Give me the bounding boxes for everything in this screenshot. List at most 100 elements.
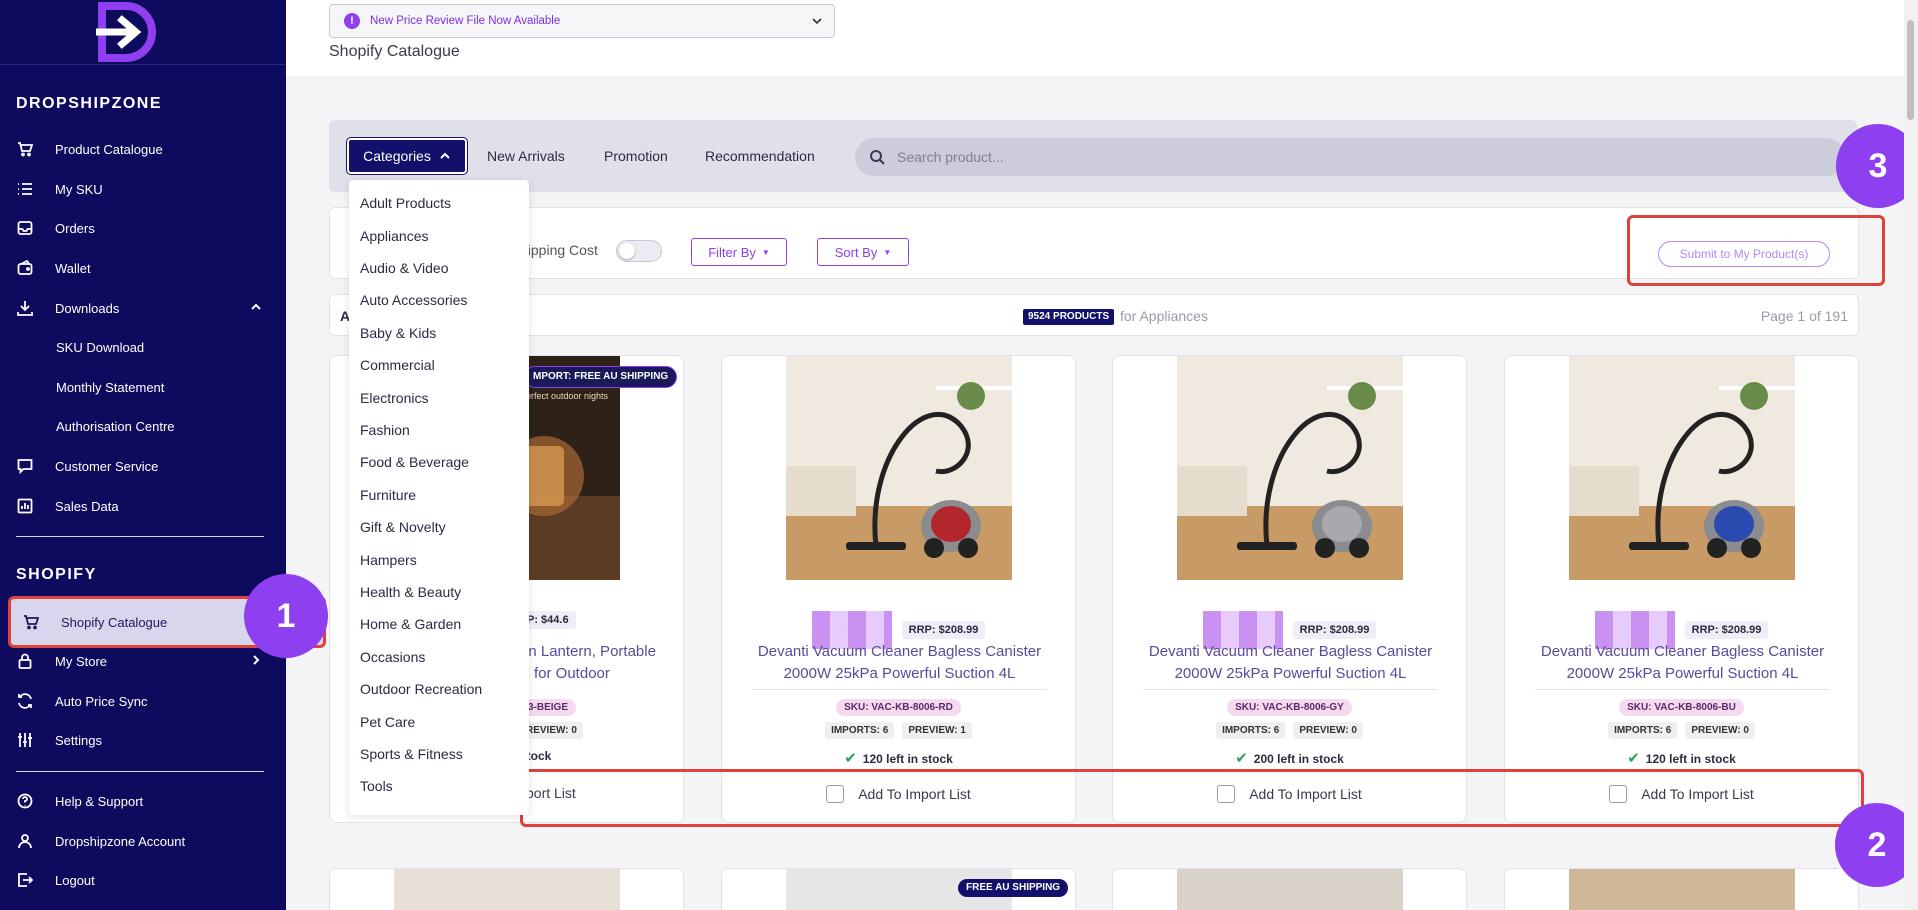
sidebar-item-my-store[interactable]: My Store [16, 645, 270, 677]
stats-row: IMPORTS: 6 PREVIEW: 0 [1505, 722, 1858, 739]
stats-row: IMPORTS: 6 PREVIEW: 0 [1113, 722, 1466, 739]
stock-text: 120 left in stock [862, 752, 953, 766]
sidebar-item-wallet[interactable]: Wallet [16, 252, 270, 284]
category-item[interactable]: Gift & Novelty [360, 519, 446, 535]
category-item[interactable]: Food & Beverage [360, 454, 469, 470]
category-item[interactable]: Audio & Video [360, 260, 448, 276]
sort-by-button[interactable]: Sort By ▼ [817, 238, 909, 266]
product-name[interactable]: Devanti Vacuum Cleaner Bagless Canister … [742, 641, 1057, 685]
sidebar-item-downloads[interactable]: Downloads [16, 292, 270, 324]
sidebar-item-label: Customer Service [55, 458, 159, 474]
sidebar-item-logout[interactable]: Logout [16, 864, 270, 896]
product-image[interactable] [1177, 356, 1403, 580]
product-image[interactable] [786, 356, 1012, 580]
category-item[interactable]: Fashion [360, 422, 410, 438]
product-image[interactable] [1569, 356, 1795, 580]
product-name[interactable]: Devanti Vacuum Cleaner Bagless Canister … [1133, 641, 1448, 685]
section-title-dropshipzone: DROPSHIPZONE [16, 95, 163, 112]
product-name[interactable]: an Lantern, Portable for Outdoor [520, 641, 680, 685]
sidebar-item-label: Authorisation Centre [56, 418, 175, 434]
product-name[interactable]: Devanti Vacuum Cleaner Bagless Canister … [1525, 641, 1840, 685]
sidebar-item-help-support[interactable]: Help & Support [16, 785, 270, 817]
category-item[interactable]: Appliances [360, 228, 429, 244]
stock-status: ✔ 200 left in stock [1113, 749, 1466, 767]
category-item[interactable]: Sports & Fitness [360, 746, 463, 762]
tab-recommendation[interactable]: Recommendation [705, 148, 815, 164]
page-scrollbar[interactable] [1904, 0, 1918, 910]
category-item[interactable]: Hampers [360, 552, 417, 568]
category-item[interactable]: Commercial [360, 357, 435, 373]
product-card[interactable]: RRP: $208.99 Devanti Vacuum Cleaner Bagl… [1504, 355, 1859, 823]
sidebar-item-label: Product Catalogue [55, 141, 163, 157]
category-item[interactable]: Pet Care [360, 714, 415, 730]
chevron-down-icon [812, 16, 822, 29]
sidebar-item-monthly-statement[interactable]: Monthly Statement [16, 371, 270, 403]
product-name-line: an Lantern, Portable [520, 643, 656, 660]
tab-new-arrivals[interactable]: New Arrivals [487, 148, 565, 164]
category-item[interactable]: Auto Accessories [360, 292, 467, 308]
card-divider [1143, 689, 1438, 690]
category-item[interactable]: Adult Products [360, 195, 451, 211]
product-card[interactable] [329, 868, 684, 910]
product-name-line: Devanti Vacuum Cleaner Bagless Canister [1148, 643, 1433, 660]
search-input[interactable] [897, 149, 1797, 165]
search-bar[interactable] [855, 138, 1845, 176]
sidebar-item-orders[interactable]: Orders [16, 212, 270, 244]
product-image[interactable] [1177, 869, 1403, 910]
check-icon: ✔ [1235, 750, 1248, 767]
category-item[interactable]: Occasions [360, 649, 425, 665]
shipping-cost-toggle[interactable] [616, 240, 662, 262]
category-item[interactable]: Home & Garden [360, 616, 461, 632]
tab-promotion[interactable]: Promotion [604, 148, 668, 164]
sidebar-item-auto-price-sync[interactable]: Auto Price Sync [16, 685, 270, 717]
stats-row: REVIEW: 0 [520, 722, 680, 739]
category-item[interactable]: Furniture [360, 487, 416, 503]
product-name-line: for Outdoor [534, 665, 610, 682]
sidebar-item-settings[interactable]: Settings [16, 724, 270, 756]
category-item[interactable]: Health & Beauty [360, 584, 461, 600]
bar-chart-icon [16, 497, 34, 515]
product-card[interactable]: RRP: $208.99 Devanti Vacuum Cleaner Bagl… [1112, 355, 1467, 823]
sidebar-item-label: Sales Data [55, 498, 119, 514]
product-card[interactable] [1504, 868, 1859, 910]
product-image[interactable] [394, 869, 620, 910]
chevron-up-icon [440, 152, 450, 159]
check-icon: ✔ [1627, 750, 1640, 767]
sidebar-item-dropshipzone-account[interactable]: Dropshipzone Account [16, 825, 270, 857]
sku-row: 3-BEIGE [520, 697, 680, 716]
filter-by-button[interactable]: Filter By ▼ [691, 238, 787, 266]
sync-icon [16, 692, 34, 710]
category-item[interactable]: Baby & Kids [360, 325, 436, 341]
category-item[interactable]: Outdoor Recreation [360, 681, 482, 697]
stock-text: 120 left in stock [1645, 752, 1736, 766]
price-row: P: $44.6 [520, 611, 683, 629]
sidebar-item-sku-download[interactable]: SKU Download [16, 331, 270, 363]
sidebar-item-label: Shopify Catalogue [61, 614, 168, 630]
product-card[interactable]: RRP: $208.99 Devanti Vacuum Cleaner Bagl… [721, 355, 1076, 823]
sidebar-item-my-sku[interactable]: My SKU [16, 173, 270, 205]
category-item[interactable]: Electronics [360, 390, 428, 406]
categories-label: Categories [363, 148, 431, 164]
category-context: for Appliances [1120, 308, 1208, 324]
product-image[interactable] [1569, 869, 1795, 910]
scrollbar-thumb[interactable] [1907, 20, 1914, 120]
sidebar-item-label: Orders [55, 220, 95, 236]
shipping-cost-label: hipping Cost [520, 242, 598, 258]
categories-dropdown: Adult Products Appliances Audio & Video … [349, 180, 529, 815]
category-item[interactable]: Tools [360, 778, 393, 794]
logout-icon [16, 871, 34, 889]
product-card[interactable] [1112, 868, 1467, 910]
sidebar-item-authorisation-centre[interactable]: Authorisation Centre [16, 410, 270, 442]
stock-text: 200 left in stock [1253, 752, 1344, 766]
notice-dropdown[interactable]: ! New Price Review File Now Available [329, 4, 835, 38]
sidebar-item-customer-service[interactable]: Customer Service [16, 450, 270, 482]
search-icon [870, 150, 885, 165]
stock-status: ✔ 120 left in stock [722, 749, 1075, 767]
categories-button[interactable]: Categories [346, 137, 468, 175]
submit-to-my-products-button[interactable]: Submit to My Product(s) [1658, 241, 1830, 267]
chevron-right-icon [250, 654, 262, 666]
preview-count: PREVIEW: 1 [902, 722, 972, 739]
sidebar-item-product-catalogue[interactable]: Product Catalogue [16, 133, 270, 165]
sidebar-item-sales-data[interactable]: Sales Data [16, 490, 270, 522]
dropshipzone-logo[interactable] [94, 1, 160, 62]
